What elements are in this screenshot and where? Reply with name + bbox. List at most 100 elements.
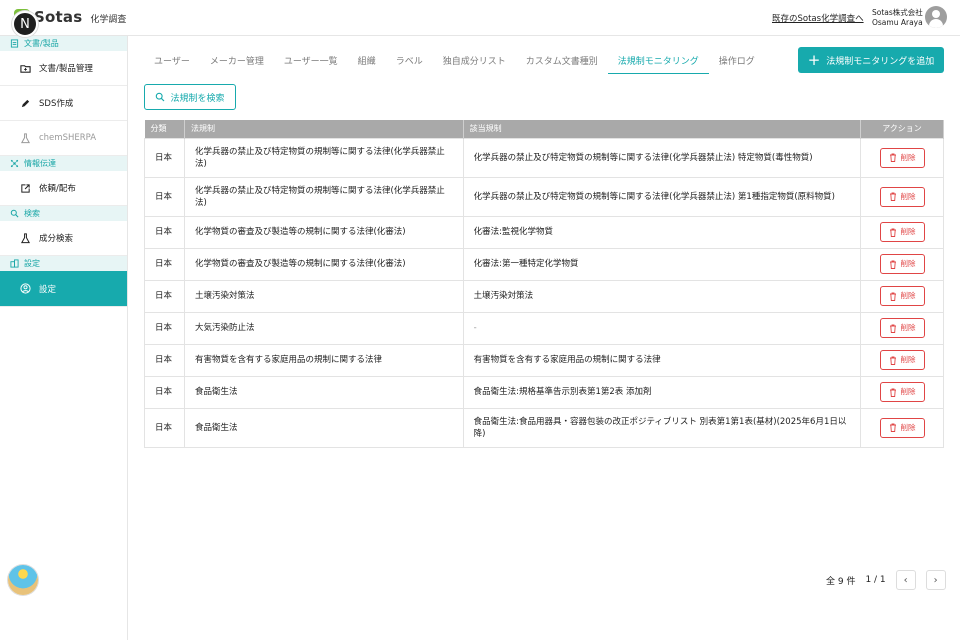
sidebar-item-sds-create[interactable]: SDS作成: [0, 86, 127, 121]
sidebar-section-documents: 文書/製品: [0, 36, 127, 51]
trash-icon: [889, 192, 896, 201]
tab-labels[interactable]: ラベル: [386, 48, 433, 74]
column-header-law: 法規制: [184, 120, 464, 138]
cell-category: 日本: [144, 375, 185, 409]
company-name: Sotas株式会社: [872, 8, 923, 17]
beach-widget-icon[interactable]: [8, 565, 38, 595]
sidebar-item-label: 設定: [39, 284, 57, 295]
delete-button[interactable]: 削除: [879, 382, 925, 402]
building-icon: [10, 259, 19, 268]
table-row: 日本 化学物質の審査及び製造等の規制に関する法律(化審法) 化審法:監視化学物質 削除: [144, 215, 944, 249]
sidebar-item-label: 依頼/配布: [39, 184, 76, 194]
delete-label: 削除: [900, 422, 916, 432]
add-regulation-monitoring-button[interactable]: + 法規制モニタリングを追加: [798, 47, 944, 73]
trash-icon: [889, 324, 896, 333]
tab-organization[interactable]: 組織: [348, 48, 386, 74]
cell-regulation: 食品衛生法:規格基準告示別表第1第2表 添加剤: [462, 375, 862, 409]
cell-law: 土壌汚染対策法: [183, 279, 464, 313]
cell-regulation: 化学兵器の禁止及び特定物質の規制等に関する法律(化学兵器禁止法) 特定物質(毒性…: [462, 137, 862, 178]
column-header-regulation: 該当規制: [463, 120, 862, 138]
table-body: 日本 化学兵器の禁止及び特定物質の規制等に関する法律(化学兵器禁止法) 化学兵器の禁…: [144, 137, 944, 448]
cell-action: 削除: [860, 407, 944, 448]
table-row: 日本 化学兵器の禁止及び特定物質の規制等に関する法律(化学兵器禁止法) 化学兵器の禁…: [144, 137, 944, 178]
sidebar-item-label: SDS作成: [39, 99, 74, 109]
table-row: 日本 化学物質の審査及び製造等の規制に関する法律(化審法) 化審法:第一種特定化学物…: [144, 247, 944, 281]
pagination: 全 9 件 1 / 1 ‹ ›: [826, 570, 946, 590]
trash-icon: [889, 292, 896, 301]
delete-button[interactable]: 削除: [879, 318, 925, 338]
existing-sotas-link[interactable]: 既存のSotas化学調査へ: [772, 12, 864, 24]
table-row: 日本 食品衛生法 食品衛生法:食品用器具・容器包装の改正ポジティブリスト 別表第1第…: [144, 407, 944, 448]
logo-subtitle: 化学調査: [90, 15, 127, 25]
delete-label: 削除: [900, 191, 916, 201]
search-button-label: 法規制を検索: [170, 93, 225, 104]
prev-page-button[interactable]: ‹: [895, 570, 916, 590]
delete-button[interactable]: 削除: [879, 417, 925, 438]
tab-maker-management[interactable]: メーカー管理: [200, 48, 274, 74]
trash-icon: [889, 356, 896, 365]
notification-badge[interactable]: N: [12, 11, 38, 37]
cell-law: 化学兵器の禁止及び特定物質の規制等に関する法律(化学兵器禁止法): [183, 176, 464, 217]
cell-law: 食品衛生法: [183, 375, 464, 409]
search-icon: [156, 92, 165, 102]
user-name: Osamu Araya: [872, 18, 923, 27]
delete-button[interactable]: 削除: [879, 186, 925, 207]
account-circle-icon: [20, 283, 31, 294]
share-nodes-icon: [10, 159, 19, 168]
sidebar-section-settings: 設定: [0, 256, 127, 271]
chevron-right-icon: ›: [933, 574, 938, 586]
table-row: 日本 大気汚染防止法 - 削除: [144, 311, 944, 345]
sidebar-item-document-management[interactable]: 文書/製品管理: [0, 51, 127, 86]
delete-button[interactable]: 削除: [879, 222, 925, 242]
tab-regulation-monitoring[interactable]: 法規制モニタリング: [607, 48, 709, 74]
app-root: Sotas 化学調査 N 既存のSotas化学調査へ Sotas株式会社 Osa…: [0, 0, 960, 640]
flask-icon: [20, 232, 31, 243]
cell-action: 削除: [860, 215, 944, 249]
column-header-category: 分類: [144, 120, 185, 138]
tab-custom-document-types[interactable]: カスタム文書種別: [516, 48, 608, 74]
cell-action: 削除: [860, 247, 944, 281]
sidebar-section-label: 設定: [24, 259, 40, 268]
delete-button[interactable]: 削除: [879, 254, 925, 274]
avatar[interactable]: [925, 6, 947, 28]
cell-regulation: 化審法:監視化学物質: [462, 215, 862, 249]
cell-regulation: 土壌汚染対策法: [462, 279, 862, 313]
sidebar-item-ingredient-search[interactable]: 成分検索: [0, 221, 127, 256]
tab-custom-ingredient-list[interactable]: 独自成分リスト: [433, 48, 516, 74]
cell-regulation: -: [462, 311, 862, 345]
sidebar-section-communication: 情報伝達: [0, 156, 127, 171]
cell-category: 日本: [144, 137, 185, 178]
delete-button[interactable]: 削除: [879, 147, 925, 168]
avatar-body-icon: [929, 19, 943, 28]
table-row: 日本 食品衛生法 食品衛生法:規格基準告示別表第1第2表 添加剤 削除: [144, 375, 944, 409]
sidebar-item-chemsherpa[interactable]: chemSHERPA: [0, 121, 127, 156]
cell-action: 削除: [860, 311, 944, 345]
cell-law: 化学物質の審査及び製造等の規制に関する法律(化審法): [183, 247, 464, 281]
delete-label: 削除: [900, 355, 916, 364]
trash-icon: [889, 388, 896, 397]
tab-users[interactable]: ユーザー: [144, 48, 200, 74]
next-page-button[interactable]: ›: [925, 570, 946, 590]
page-indicator: 1 / 1: [865, 575, 886, 585]
delete-button[interactable]: 削除: [879, 286, 925, 306]
sidebar-item-label: 成分検索: [39, 234, 74, 244]
cell-action: 削除: [860, 343, 944, 377]
delete-label: 削除: [900, 291, 916, 300]
tab-operation-log[interactable]: 操作ログ: [709, 48, 765, 74]
sidebar-section-label: 文書/製品: [24, 39, 59, 48]
tab-user-list[interactable]: ユーザー一覧: [274, 48, 348, 74]
delete-label: 削除: [900, 259, 916, 268]
document-icon: [10, 39, 19, 48]
cell-category: 日本: [144, 215, 185, 249]
sidebar-item-label: 文書/製品管理: [39, 64, 93, 74]
table-row: 日本 有害物質を含有する家庭用品の規制に関する法律 有害物質を含有する家庭用品の規制…: [144, 343, 944, 377]
sidebar-item-request-distribute[interactable]: 依頼/配布: [0, 171, 127, 206]
pencil-icon: [21, 99, 30, 107]
search-regulation-button[interactable]: 法規制を検索: [144, 84, 236, 110]
cell-category: 日本: [144, 247, 185, 281]
cell-category: 日本: [144, 279, 185, 313]
sidebar-item-settings[interactable]: 設定: [0, 271, 127, 307]
trash-icon: [889, 260, 896, 269]
delete-button[interactable]: 削除: [879, 350, 925, 370]
trash-icon: [889, 423, 896, 432]
